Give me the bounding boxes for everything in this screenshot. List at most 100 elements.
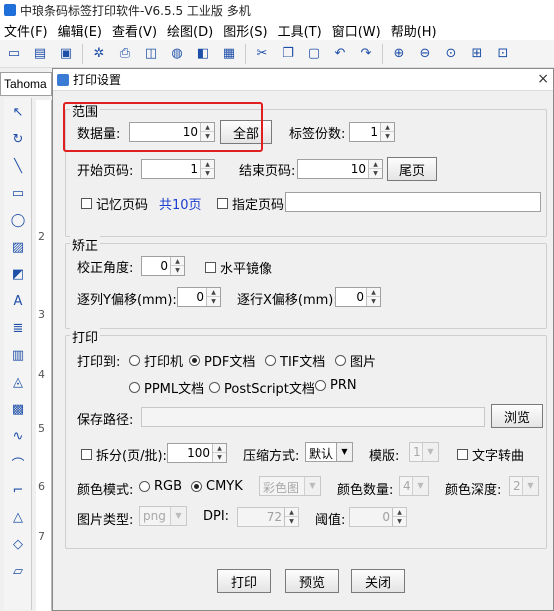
radio-prn[interactable]: PRN (315, 378, 357, 393)
new-file-icon[interactable]: ▭ (4, 44, 24, 64)
end-page-stepper[interactable]: 10 ▲ ▼ (297, 159, 383, 179)
radio-tif[interactable]: TIF文档 (265, 351, 325, 370)
polyline-tool-icon[interactable]: ⌐ (7, 479, 29, 501)
spin-down-icon[interactable]: ▼ (381, 132, 394, 141)
spin-up-icon[interactable]: ▲ (393, 508, 406, 517)
spin-up-icon[interactable]: ▲ (171, 257, 184, 266)
menu-view[interactable]: 查看(V) (112, 21, 157, 40)
diamond-tool-icon[interactable]: ◇ (7, 533, 29, 555)
dpi-stepper[interactable]: 72 ▲ ▼ (237, 507, 299, 527)
curve-tool-icon[interactable]: ∿ (7, 425, 29, 447)
paste-icon[interactable]: ▢ (304, 44, 324, 64)
fit-page-icon[interactable]: ⊞ (467, 44, 487, 64)
save-icon[interactable]: ▣ (56, 44, 76, 64)
spin-up-icon[interactable]: ▲ (201, 160, 214, 169)
mirror-checkbox[interactable]: 水平镜像 (205, 258, 272, 277)
arc-tool-icon[interactable]: ⌒ (7, 452, 29, 474)
close-button[interactable]: 关闭 (351, 569, 405, 593)
specify-page-checkbox[interactable]: 指定页码 (217, 194, 284, 213)
text-tool-icon[interactable]: A (7, 290, 29, 312)
radio-pdf[interactable]: PDF文档 (189, 351, 255, 370)
checkbox-box[interactable] (81, 198, 92, 209)
copies-stepper[interactable]: 1 ▲ ▼ (349, 122, 395, 142)
spin-up-icon[interactable]: ▲ (381, 123, 394, 132)
split-stepper[interactable]: 100 ▲ ▼ (167, 443, 227, 463)
checkbox-box[interactable] (205, 262, 216, 273)
image-type-select[interactable]: png ▼ (139, 506, 187, 526)
barcode-tool-icon[interactable]: ▥ (7, 344, 29, 366)
print-button[interactable]: 打印 (217, 569, 271, 593)
save-path-input[interactable] (141, 407, 485, 427)
radio-dot-selected[interactable] (189, 355, 200, 366)
radio-dot[interactable] (265, 355, 276, 366)
menu-window[interactable]: 窗口(W) (332, 21, 381, 40)
color-count-select[interactable]: 4 ▼ (399, 476, 429, 496)
radio-dot[interactable] (129, 382, 140, 393)
menu-draw[interactable]: 绘图(D) (167, 21, 213, 40)
chevron-down-icon[interactable]: ▼ (170, 507, 186, 525)
checkbox-box[interactable] (81, 449, 92, 460)
image-icon[interactable]: ◧ (193, 44, 213, 64)
radio-ppml[interactable]: PPML文档 (129, 378, 204, 397)
radio-dot[interactable] (139, 481, 150, 492)
spin-up-icon[interactable]: ▲ (213, 444, 226, 453)
spin-down-icon[interactable]: ▼ (213, 453, 226, 462)
spin-down-icon[interactable]: ▼ (369, 169, 382, 178)
chevron-down-icon[interactable]: ▼ (304, 477, 320, 495)
start-page-stepper[interactable]: 1 ▲ ▼ (141, 159, 215, 179)
menu-tools[interactable]: 工具(T) (278, 21, 322, 40)
zoom-in-icon[interactable]: ⊕ (389, 44, 409, 64)
grid-icon[interactable]: ▦ (219, 44, 239, 64)
qrcode-tool-icon[interactable]: ▩ (7, 398, 29, 420)
browse-button[interactable]: 浏览 (491, 404, 543, 428)
menu-shape[interactable]: 图形(S) (223, 21, 267, 40)
select-arrow-icon[interactable]: ↖ (7, 101, 29, 123)
menu-help[interactable]: 帮助(H) (391, 21, 437, 40)
radio-dot[interactable] (209, 382, 220, 393)
actual-size-icon[interactable]: ⊡ (493, 44, 513, 64)
parallelogram-tool-icon[interactable]: ▱ (7, 560, 29, 582)
line-tool-icon[interactable]: ╲ (7, 155, 29, 177)
template-select[interactable]: 1 ▼ (409, 442, 439, 462)
col-y-offset-stepper[interactable]: 0 ▲ ▼ (177, 287, 221, 307)
last-page-button[interactable]: 尾页 (387, 157, 437, 181)
spin-down-icon[interactable]: ▼ (393, 517, 406, 526)
spin-up-icon[interactable]: ▲ (207, 288, 220, 297)
checkbox-box[interactable] (217, 198, 228, 209)
redo-icon[interactable]: ↷ (356, 44, 376, 64)
chevron-down-icon[interactable]: ▼ (422, 443, 438, 461)
menu-file[interactable]: 文件(F) (4, 21, 48, 40)
print-icon[interactable]: ⎙ (115, 44, 135, 64)
chevron-down-icon[interactable]: ▼ (336, 443, 352, 461)
font-name-combo[interactable]: Tahoma (0, 72, 52, 96)
print-preview-icon[interactable]: ◫ (141, 44, 161, 64)
preview-button[interactable]: 预览 (285, 569, 339, 593)
spin-up-icon[interactable]: ▲ (369, 160, 382, 169)
radio-dot-selected[interactable] (191, 481, 202, 492)
color-depth-select[interactable]: 2 ▼ (509, 476, 539, 496)
close-icon[interactable]: × (537, 71, 549, 87)
radio-dot[interactable] (129, 355, 140, 366)
rich-text-tool-icon[interactable]: ≣ (7, 317, 29, 339)
database-icon[interactable]: ◍ (167, 44, 187, 64)
checkbox-box[interactable] (457, 449, 468, 460)
chevron-down-icon[interactable]: ▼ (522, 477, 538, 495)
settings-gear-icon[interactable]: ✲ (89, 44, 109, 64)
remember-page-checkbox[interactable]: 记忆页码 (81, 194, 148, 213)
image-tool-icon[interactable]: ▨ (7, 236, 29, 258)
spin-down-icon[interactable]: ▼ (171, 266, 184, 275)
chevron-down-icon[interactable]: ▼ (412, 477, 428, 495)
specify-page-input[interactable] (285, 192, 541, 212)
cut-icon[interactable]: ✂ (252, 44, 272, 64)
spin-down-icon[interactable]: ▼ (207, 297, 220, 306)
spin-down-icon[interactable]: ▼ (285, 517, 298, 526)
radio-image[interactable]: 图片 (335, 351, 376, 370)
radio-printer[interactable]: 打印机 (129, 351, 183, 370)
row-x-offset-stepper[interactable]: 0 ▲ ▼ (335, 287, 381, 307)
threshold-stepper[interactable]: 0 ▲ ▼ (349, 507, 407, 527)
spin-down-icon[interactable]: ▼ (367, 297, 380, 306)
spin-up-icon[interactable]: ▲ (285, 508, 298, 517)
copy-icon[interactable]: ❐ (278, 44, 298, 64)
picture-tool-icon[interactable]: ◩ (7, 263, 29, 285)
radio-dot[interactable] (315, 380, 326, 391)
